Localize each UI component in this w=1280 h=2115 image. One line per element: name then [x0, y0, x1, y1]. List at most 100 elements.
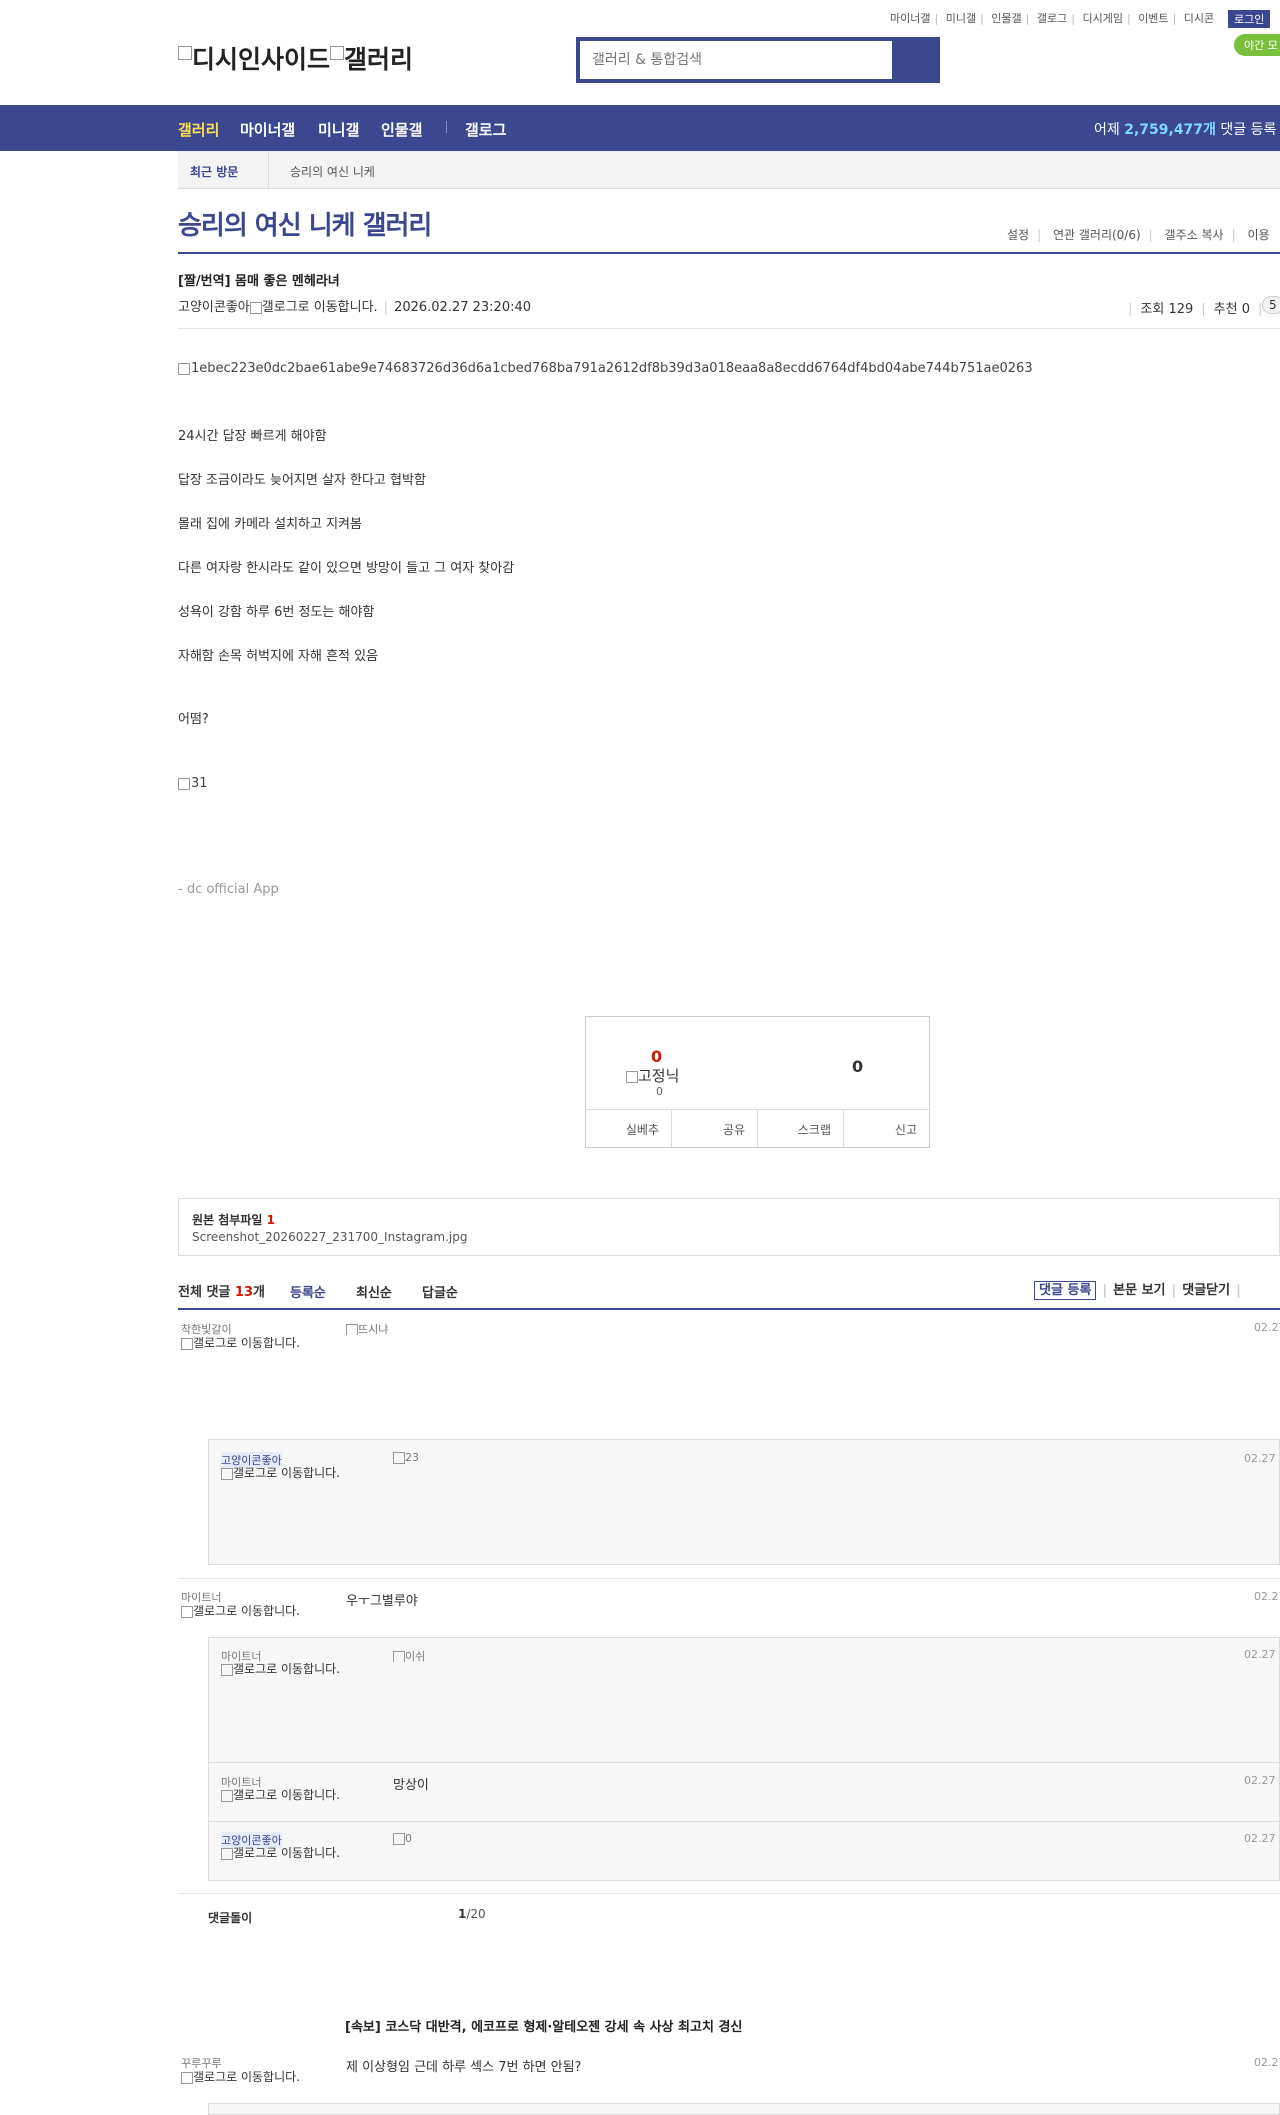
- post-image-2-alt: 31: [191, 776, 208, 791]
- reply-divider: [208, 1762, 1280, 1763]
- broken-image-icon: [626, 1070, 638, 1083]
- nav-mini[interactable]: 미니갤: [318, 119, 359, 140]
- broken-image-icon: [221, 1847, 233, 1860]
- comment-count-pill[interactable]: 5: [1262, 296, 1280, 314]
- comment-text: 제 이상형임 근데 하루 섹스 7번 하면 안됨?: [346, 2060, 582, 2075]
- stat-suffix: 댓글 등록: [1220, 122, 1277, 138]
- post-author[interactable]: 고양이콘좋아: [178, 300, 250, 315]
- search-box: [576, 37, 940, 83]
- report-button[interactable]: 신고: [844, 1110, 929, 1147]
- page-total: /20: [466, 1907, 486, 1921]
- top-link-event[interactable]: 이벤트: [1138, 12, 1168, 25]
- attachment-count: 1: [266, 1213, 275, 1227]
- news-headline[interactable]: [속보] 코스닥 대반격, 에코프로 형제·알테오젠 강세 속 사상 최고치 경…: [345, 2016, 742, 2035]
- body-line: 답장 조금이라도 늦어지면 살자 한다고 협박함: [178, 473, 426, 488]
- gallog-link[interactable]: 갤로그로 이동합니다.: [221, 1467, 351, 1480]
- broken-image-icon: [346, 1324, 358, 1335]
- nav-gallery[interactable]: 갤러리: [178, 119, 219, 140]
- logo-alt-dcinside: 디시인사이드: [192, 45, 331, 74]
- post-meta: 고양이콘좋아 갤로그로 이동합니다. | 2026.02.27 23:20:40: [178, 300, 532, 315]
- gallog-link[interactable]: 갤로그로 이동합니다.: [262, 300, 378, 315]
- gallog-link[interactable]: 갤로그로 이동합니다.: [221, 1663, 351, 1676]
- reply-box: [208, 2103, 1280, 2115]
- post-image-2[interactable]: 31: [178, 776, 208, 791]
- app-signature: - dc official App: [178, 882, 279, 897]
- top-link-mini[interactable]: 미니갤: [946, 12, 976, 25]
- comment-total: 전체 댓글 13개: [178, 1281, 265, 1300]
- nav-person[interactable]: 인물갤: [381, 119, 422, 140]
- tool-usage[interactable]: 이용: [1247, 228, 1269, 242]
- body-line: 다른 여자랑 한시라도 같이 있으면 방망이 들고 그 여자 찾아감: [178, 561, 515, 576]
- main-nav-bar: 갤러리 마이너갤 미니갤 인물갤 갤로그 어제 2,759,477개 댓글 등록: [0, 105, 1280, 151]
- fixed-nick-recommend: 고정닉: [626, 1065, 679, 1086]
- login-button[interactable]: 로그인: [1228, 10, 1271, 28]
- broken-image-icon: [181, 2071, 193, 2084]
- reply-date: 02.27 2: [1244, 1452, 1280, 1465]
- broken-image-icon: [221, 1789, 233, 1802]
- tab-register-order[interactable]: 등록순: [290, 1282, 326, 1301]
- scrap-button[interactable]: 스크랩: [758, 1110, 844, 1147]
- close-comments-button[interactable]: 댓글닫기: [1182, 1283, 1230, 1298]
- gallog-alt: 갤로그로 이동합니다.: [233, 1466, 340, 1480]
- recommend-down-count[interactable]: 0: [852, 1057, 863, 1076]
- reply-dccon[interactable]: 이쉬: [393, 1648, 433, 1662]
- share-button[interactable]: 공유: [672, 1110, 758, 1147]
- broken-image-icon: [181, 1605, 193, 1618]
- tool-settings[interactable]: 설정: [1007, 228, 1029, 242]
- broken-image-icon: [181, 1337, 193, 1350]
- site-logo[interactable]: 디시인사이드 갤러리: [178, 40, 413, 76]
- fixed-nick-alt: 고정닉: [638, 1067, 680, 1085]
- top-link-dccon[interactable]: 디시콘: [1184, 12, 1214, 25]
- tab-reply-order[interactable]: 답글순: [422, 1282, 458, 1301]
- gallog-link[interactable]: 갤로그로 이동합니다.: [221, 1789, 351, 1802]
- top-link-gallog[interactable]: 갤로그: [1037, 12, 1067, 25]
- reply-dccon[interactable]: 23: [393, 1451, 427, 1465]
- body-line: 어떰?: [178, 712, 209, 727]
- body-line: 몰래 집에 카메라 설치하고 지켜봄: [178, 517, 362, 532]
- reply-date: 02.27 2: [1244, 1774, 1280, 1787]
- comment-paging[interactable]: 1/20: [458, 1907, 486, 1921]
- fixed-nick-count: 0: [656, 1085, 663, 1098]
- comment-dccon[interactable]: 뜨시냐: [346, 1321, 400, 1335]
- best-recommend-button[interactable]: 실베추: [586, 1110, 672, 1147]
- gallog-link[interactable]: 갤로그로 이동합니다.: [181, 1337, 311, 1350]
- comment-nick[interactable]: 착한빛갈이: [181, 1321, 232, 1337]
- tool-copy-address[interactable]: 갤주소 복사: [1165, 228, 1224, 242]
- post-date: 2026.02.27 23:20:40: [394, 300, 532, 315]
- recommend-count: 추천 0: [1213, 302, 1250, 317]
- attachment-label: 원본 첨부파일: [192, 1213, 263, 1227]
- reply-dccon[interactable]: 0: [393, 1832, 417, 1846]
- comment-nick[interactable]: 마이트너: [181, 1589, 221, 1605]
- dccon-alt: 0: [405, 1832, 412, 1845]
- top-link-minor[interactable]: 마이너갤: [890, 12, 930, 25]
- tab-latest[interactable]: 최신순: [356, 1282, 392, 1301]
- nav-gallog[interactable]: 갤로그: [465, 119, 506, 140]
- broken-image-icon: [393, 1452, 405, 1464]
- post-image[interactable]: 1ebec223e0dc2bae61abe9e74683726d36d6a1cb…: [178, 361, 1033, 376]
- recommend-up-count[interactable]: 0: [651, 1047, 662, 1066]
- gallery-title[interactable]: 승리의 여신 니케 갤러리: [178, 205, 432, 242]
- view-post-button[interactable]: 본문 보기: [1113, 1283, 1165, 1298]
- recent-label[interactable]: 최근 방문: [190, 163, 238, 180]
- tool-related-gallery[interactable]: 연관 갤러리(0/6): [1053, 228, 1141, 242]
- recent-item[interactable]: 승리의 여신 니케: [290, 163, 375, 180]
- nav-minor[interactable]: 마이너갤: [240, 119, 295, 140]
- night-mode-toggle[interactable]: 야간 모: [1234, 34, 1280, 56]
- search-input[interactable]: [580, 41, 890, 79]
- reply-divider: [208, 1821, 1280, 1822]
- top-link-person[interactable]: 인물갤: [991, 12, 1021, 25]
- gallog-link[interactable]: 갤로그로 이동합니다.: [181, 1605, 311, 1618]
- comment-register-button[interactable]: 댓글 등록: [1034, 1281, 1097, 1300]
- comment-nick[interactable]: 꾸루꾸루: [181, 2055, 221, 2071]
- top-link-game[interactable]: 디시게임: [1082, 12, 1122, 25]
- search-button[interactable]: [892, 41, 936, 79]
- nav-divider: [446, 121, 447, 133]
- broken-image-icon: [249, 301, 262, 314]
- attachment-file-link[interactable]: Screenshot_20260227_231700_Instagram.jpg: [192, 1230, 467, 1244]
- post-stats: | 조회 129 | 추천 0 |: [1128, 302, 1263, 317]
- gallog-link[interactable]: 갤로그로 이동합니다.: [221, 1847, 351, 1860]
- gallog-alt: 갤로그로 이동합니다.: [233, 1846, 340, 1860]
- comment-total-label: 전체 댓글: [178, 1285, 231, 1300]
- gallog-link[interactable]: 갤로그로 이동합니다.: [181, 2071, 311, 2084]
- comment-total-unit: 개: [253, 1285, 265, 1300]
